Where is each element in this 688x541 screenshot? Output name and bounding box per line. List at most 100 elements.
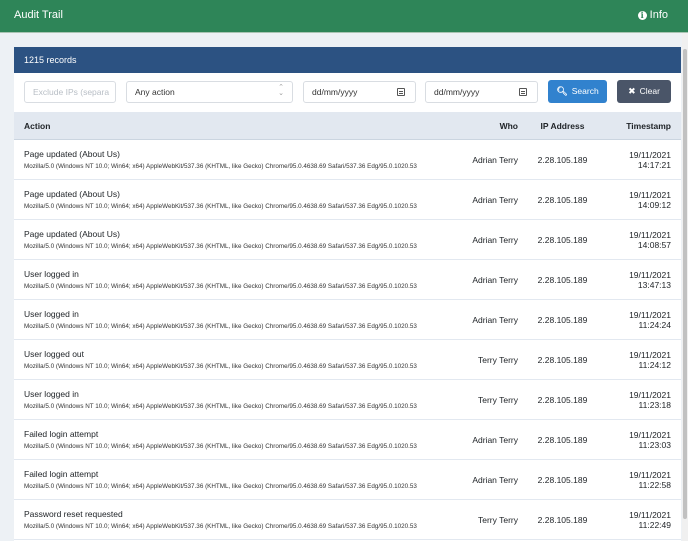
column-header-action[interactable]: Action	[14, 112, 454, 140]
calendar-icon[interactable]	[519, 88, 527, 96]
ip-cell: 2.28.105.189	[526, 179, 599, 220]
top-bar: Audit Trail i Info	[0, 0, 688, 33]
close-icon: ✖	[628, 86, 636, 96]
user-agent: Mozilla/5.0 (Windows NT 10.0; Win64; x64…	[24, 243, 417, 250]
user-agent: Mozilla/5.0 (Windows NT 10.0; Win64; x64…	[24, 483, 417, 490]
who-cell: Adrian Terry	[454, 139, 526, 180]
table-row[interactable]: Password reset requested Mozilla/5.0 (Win…	[14, 499, 681, 540]
timestamp-cell: 19/11/2021 13:47:13	[599, 259, 681, 300]
column-header-timestamp[interactable]: Timestamp	[599, 112, 681, 140]
table-row[interactable]: Failed login attempt Mozilla/5.0 (Windows…	[14, 459, 681, 500]
table-row[interactable]: User logged out Mozilla/5.0 (Windows NT 1…	[14, 339, 681, 380]
timestamp-cell: 19/11/2021 11:22:58	[599, 459, 681, 500]
action-cell: User logged in Mozilla/5.0 (Windows NT 10…	[14, 259, 454, 300]
search-button[interactable]: 🔍︎ Search	[548, 80, 607, 103]
timestamp-cell: 19/11/2021 14:09:12	[599, 179, 681, 220]
records-count: 1215 records	[14, 47, 681, 73]
info-label: Info	[649, 9, 668, 21]
date-to-placeholder: dd/mm/yyyy	[434, 87, 480, 97]
user-agent: Mozilla/5.0 (Windows NT 10.0; Win64; x64…	[24, 523, 417, 530]
timestamp-cell: 19/11/2021 14:08:57	[599, 219, 681, 260]
date-from-input[interactable]: dd/mm/yyyy	[303, 81, 416, 103]
action-cell: Failed login attempt Mozilla/5.0 (Windows…	[14, 459, 454, 500]
date-to-input[interactable]: dd/mm/yyyy	[425, 81, 538, 103]
action-title: Page updated (About Us)	[24, 149, 120, 159]
audit-card: 1215 records Exclude IPs (separa Any act…	[14, 47, 681, 541]
action-cell: User logged out Mozilla/5.0 (Windows NT 1…	[14, 339, 454, 380]
ip-cell: 2.28.105.189	[526, 379, 599, 420]
calendar-icon[interactable]	[397, 88, 405, 96]
who-cell: Adrian Terry	[454, 419, 526, 460]
action-title: Page updated (About Us)	[24, 189, 120, 199]
who-cell: Adrian Terry	[454, 259, 526, 300]
search-icon: 🔍︎	[556, 86, 568, 96]
column-header-who[interactable]: Who	[454, 112, 526, 140]
who-cell: Adrian Terry	[454, 299, 526, 340]
ip-cell: 2.28.105.189	[526, 219, 599, 260]
who-cell: Adrian Terry	[454, 219, 526, 260]
user-agent: Mozilla/5.0 (Windows NT 10.0; Win64; x64…	[24, 283, 417, 290]
who-cell: Terry Terry	[454, 339, 526, 380]
who-cell: Adrian Terry	[454, 459, 526, 500]
page-title: Audit Trail	[14, 9, 63, 21]
user-agent: Mozilla/5.0 (Windows NT 10.0; Win64; x64…	[24, 203, 417, 210]
ip-cell: 2.28.105.189	[526, 499, 599, 540]
clear-label: Clear	[639, 86, 660, 96]
who-cell: Terry Terry	[454, 499, 526, 540]
action-cell: Failed login attempt Mozilla/5.0 (Windows…	[14, 419, 454, 460]
action-title: User logged out	[24, 349, 85, 359]
scrollbar-thumb[interactable]	[683, 49, 687, 519]
ip-cell: 2.28.105.189	[526, 419, 599, 460]
action-title: User logged in	[24, 269, 79, 279]
search-label: Search	[571, 86, 599, 96]
table-row[interactable]: User logged in Mozilla/5.0 (Windows NT 10…	[14, 259, 681, 300]
ip-cell: 2.28.105.189	[526, 299, 599, 340]
table-header-row: Action Who IP Address Timestamp	[14, 112, 681, 140]
action-cell: Page updated (About Us) Mozilla/5.0 (Wind…	[14, 219, 454, 260]
timestamp-cell: 19/11/2021 11:23:18	[599, 379, 681, 420]
table-row[interactable]: User logged in Mozilla/5.0 (Windows NT 10…	[14, 299, 681, 340]
user-agent: Mozilla/5.0 (Windows NT 10.0; Win64; x64…	[24, 323, 417, 330]
timestamp-cell: 19/11/2021 11:24:12	[599, 339, 681, 380]
table-row[interactable]: Page updated (About Us) Mozilla/5.0 (Wind…	[14, 179, 681, 220]
ip-cell: 2.28.105.189	[526, 459, 599, 500]
user-agent: Mozilla/5.0 (Windows NT 10.0; Win64; x64…	[24, 363, 417, 370]
ip-cell: 2.28.105.189	[526, 259, 599, 300]
timestamp-cell: 19/11/2021 11:24:24	[599, 299, 681, 340]
timestamp-cell: 19/11/2021 11:22:49	[599, 499, 681, 540]
filter-bar: Exclude IPs (separa Any action ⌃ ⌄ dd/mm/…	[14, 73, 681, 112]
action-cell: User logged in Mozilla/5.0 (Windows NT 10…	[14, 299, 454, 340]
column-header-ip[interactable]: IP Address	[526, 112, 599, 140]
action-title: User logged in	[24, 389, 79, 399]
timestamp-cell: 19/11/2021 14:17:21	[599, 139, 681, 180]
action-select-value: Any action	[135, 87, 175, 97]
select-arrows-icon: ⌃ ⌄	[278, 84, 284, 97]
who-cell: Adrian Terry	[454, 179, 526, 220]
table-row[interactable]: Failed login attempt Mozilla/5.0 (Windows…	[14, 419, 681, 460]
table-row[interactable]: Page updated (About Us) Mozilla/5.0 (Wind…	[14, 139, 681, 180]
who-cell: Terry Terry	[454, 379, 526, 420]
action-cell: Page updated (About Us) Mozilla/5.0 (Wind…	[14, 139, 454, 180]
audit-table: Action Who IP Address Timestamp Page upd…	[14, 112, 681, 540]
action-cell: Page updated (About Us) Mozilla/5.0 (Wind…	[14, 179, 454, 220]
action-cell: User logged in Mozilla/5.0 (Windows NT 10…	[14, 379, 454, 420]
timestamp-cell: 19/11/2021 11:23:03	[599, 419, 681, 460]
exclude-ips-input[interactable]: Exclude IPs (separa	[24, 81, 116, 103]
ip-cell: 2.28.105.189	[526, 339, 599, 380]
action-title: Page updated (About Us)	[24, 229, 120, 239]
table-row[interactable]: Page updated (About Us) Mozilla/5.0 (Wind…	[14, 219, 681, 260]
ip-cell: 2.28.105.189	[526, 139, 599, 180]
info-icon: i	[637, 10, 647, 20]
clear-button[interactable]: ✖ Clear	[617, 80, 671, 103]
action-title: Failed login attempt	[24, 469, 99, 479]
user-agent: Mozilla/5.0 (Windows NT 10.0; Win64; x64…	[24, 163, 417, 170]
info-button[interactable]: i Info	[637, 9, 668, 21]
action-title: User logged in	[24, 309, 79, 319]
action-select[interactable]: Any action ⌃ ⌄	[126, 81, 293, 103]
action-cell: Password reset requested Mozilla/5.0 (Win…	[14, 499, 454, 540]
table-row[interactable]: User logged in Mozilla/5.0 (Windows NT 10…	[14, 379, 681, 420]
user-agent: Mozilla/5.0 (Windows NT 10.0; Win64; x64…	[24, 403, 417, 410]
user-agent: Mozilla/5.0 (Windows NT 10.0; Win64; x64…	[24, 443, 417, 450]
date-from-placeholder: dd/mm/yyyy	[312, 87, 358, 97]
page-scrollbar[interactable]	[682, 33, 688, 541]
